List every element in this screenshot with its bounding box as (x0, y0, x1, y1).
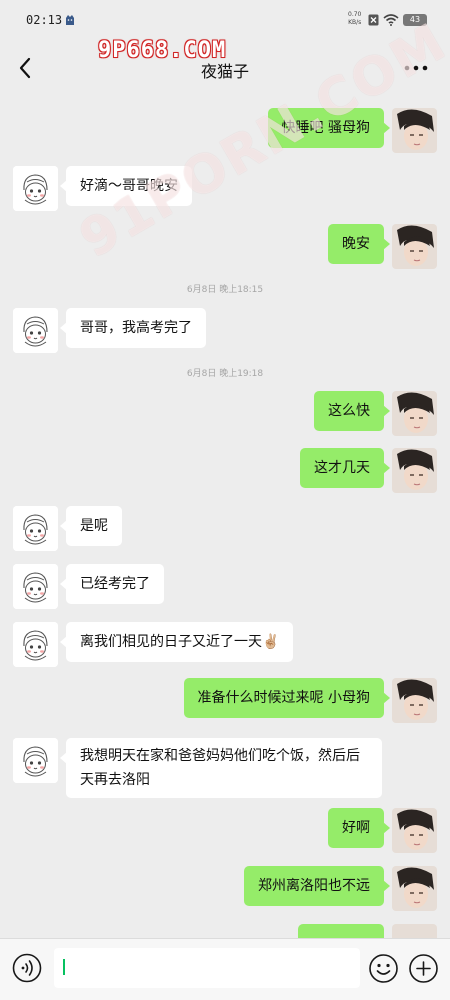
received-message-bubble[interactable]: 我想明天在家和爸爸妈妈他们吃个饭，然后后天再去洛阳 (60, 738, 382, 798)
sent-message-bubble[interactable]: 晚安 (328, 224, 390, 264)
timestamp: 6月8日 晚上19:18 (186, 369, 264, 379)
received-message-bubble[interactable]: 是呢 (60, 506, 122, 546)
my-avatar[interactable] (392, 108, 437, 153)
wifi-icon (383, 14, 399, 26)
network-speed-unit: KB/s (348, 19, 362, 26)
contact-avatar[interactable] (13, 622, 58, 667)
my-avatar[interactable] (392, 224, 437, 269)
message-input[interactable] (54, 948, 360, 988)
received-message-bubble[interactable]: 已经考完了 (60, 564, 164, 604)
contact-avatar[interactable] (13, 308, 58, 353)
contact-avatar[interactable] (13, 564, 58, 609)
my-avatar[interactable] (392, 678, 437, 723)
timestamp: 6月8日 晚上18:15 (186, 285, 264, 295)
sent-message-bubble[interactable]: 好啊 (328, 808, 390, 848)
app-notification-icon (66, 15, 74, 25)
sent-message-bubble[interactable]: 快睡吧 骚母狗 (267, 108, 391, 148)
emoji-icon[interactable] (368, 953, 399, 984)
received-message-bubble[interactable]: 离我们相见的日子又近了一天✌🏼 (59, 622, 294, 662)
sent-message-bubble[interactable]: 这么快 (314, 391, 390, 431)
my-avatar[interactable] (392, 448, 437, 493)
message-input-bar (0, 938, 450, 1000)
plus-icon[interactable] (408, 953, 439, 984)
contact-avatar[interactable] (13, 506, 58, 551)
voice-icon[interactable] (12, 953, 42, 983)
contact-avatar[interactable] (13, 738, 58, 783)
status-time: 02:13 (26, 13, 63, 27)
received-message-bubble[interactable]: 哥哥，我高考完了 (60, 308, 206, 348)
input-caret (63, 959, 65, 975)
my-avatar[interactable] (392, 866, 437, 911)
sent-message-bubble[interactable]: 郑州离洛阳也不远 (244, 866, 390, 906)
chat-screen: 02:13 0.70 KB/s 43 夜猫子 快睡吧 骚母狗 好滴～哥哥晚安 晚… (0, 0, 450, 1000)
my-avatar[interactable] (392, 808, 437, 853)
watermark-logo: 9P668.COM (98, 38, 227, 63)
contact-avatar[interactable] (13, 166, 58, 211)
network-speed: 0.70 KB/s (348, 11, 361, 27)
received-message-bubble[interactable]: 好滴～哥哥晚安 (60, 166, 192, 206)
my-avatar[interactable] (392, 391, 437, 436)
network-speed-value: 0.70 (348, 11, 362, 18)
sent-message-bubble[interactable]: 准备什么时候过来呢 小母狗 (183, 678, 391, 718)
status-bar: 02:13 0.70 KB/s 43 (0, 0, 450, 40)
no-sim-icon (368, 14, 379, 26)
battery-indicator: 43 (403, 14, 427, 26)
more-dots-icon[interactable] (402, 56, 430, 80)
sent-message-bubble[interactable]: 这才几天 (300, 448, 390, 488)
